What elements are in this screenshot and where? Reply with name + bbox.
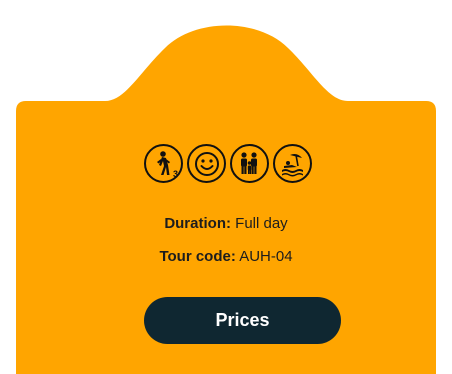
tour-code-value: AUH-04 xyxy=(239,248,293,265)
smiley-icon xyxy=(187,144,226,183)
tour-code-info: Tour code: AUH-04 xyxy=(0,248,452,265)
duration-info: Duration: Full day xyxy=(0,215,452,232)
tour-feature-icons: 3 xyxy=(144,144,312,183)
beach-icon xyxy=(273,144,312,183)
prices-button[interactable]: Prices xyxy=(144,297,341,344)
difficulty-level-label: 3 xyxy=(173,169,178,179)
tour-card: 3 Duration: Full day Tour code: AUH-04 P… xyxy=(0,0,452,374)
duration-value: Full day xyxy=(235,215,288,232)
duration-label: Duration: xyxy=(164,215,231,232)
tour-code-label: Tour code: xyxy=(159,248,236,265)
family-icon xyxy=(230,144,269,183)
walking-difficulty-3-icon: 3 xyxy=(144,144,183,183)
